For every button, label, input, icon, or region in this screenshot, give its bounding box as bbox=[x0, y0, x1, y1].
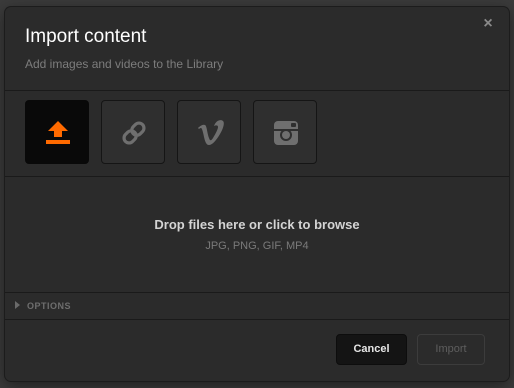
link-icon bbox=[122, 121, 146, 145]
import-content-dialog: × Import content Add images and videos t… bbox=[5, 7, 509, 381]
caret-right-icon bbox=[15, 301, 20, 309]
instagram-icon bbox=[274, 121, 298, 145]
options-label: OPTIONS bbox=[27, 301, 72, 311]
dialog-title: Import content bbox=[25, 26, 147, 47]
dropzone-instruction: Drop files here or click to browse bbox=[154, 217, 360, 232]
options-toggle[interactable]: OPTIONS bbox=[5, 293, 509, 319]
file-dropzone[interactable]: Drop files here or click to browse JPG, … bbox=[5, 177, 509, 292]
dialog-subtitle: Add images and videos to the Library bbox=[25, 57, 224, 71]
import-button[interactable]: Import bbox=[417, 334, 485, 365]
source-upload-button[interactable] bbox=[25, 100, 89, 164]
upload-icon bbox=[46, 121, 70, 144]
source-link-button[interactable] bbox=[101, 100, 165, 164]
source-instagram-button[interactable] bbox=[253, 100, 317, 164]
options-bottom-divider bbox=[5, 319, 509, 320]
dropzone-formats: JPG, PNG, GIF, MP4 bbox=[205, 240, 309, 252]
vimeo-icon bbox=[198, 120, 224, 145]
close-icon[interactable]: × bbox=[481, 16, 495, 32]
source-vimeo-button[interactable] bbox=[177, 100, 241, 164]
cancel-button[interactable]: Cancel bbox=[336, 334, 407, 365]
header-divider bbox=[5, 90, 509, 91]
